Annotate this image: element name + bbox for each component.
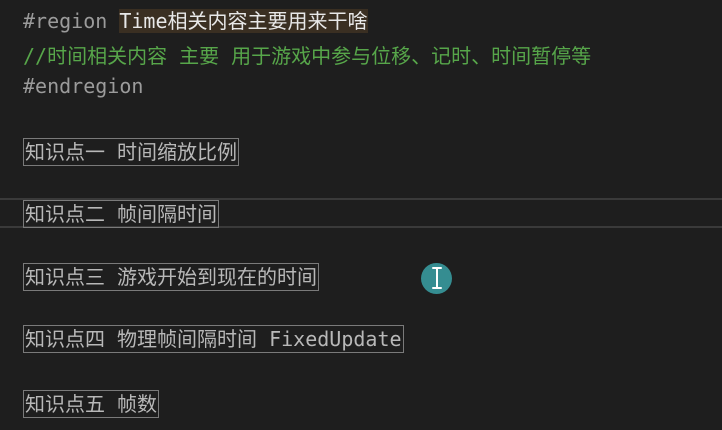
endregion-line[interactable]: #endregion <box>23 74 143 98</box>
knowledge-point-1-text: 知识点一 时间缩放比例 <box>23 138 240 166</box>
text-cursor-icon <box>432 267 442 289</box>
knowledge-point-4-line[interactable]: 知识点四 物理帧间隔时间 FixedUpdate <box>23 325 404 353</box>
comment-line[interactable]: //时间相关内容 主要 用于游戏中参与位移、记时、时间暂停等 <box>23 44 591 68</box>
knowledge-point-4-text: 知识点四 物理帧间隔时间 FixedUpdate <box>23 325 404 353</box>
code-editor[interactable]: #region Time相关内容主要用来干啥 //时间相关内容 主要 用于游戏中… <box>0 0 722 430</box>
knowledge-point-2-text: 知识点二 帧间隔时间 <box>23 200 220 228</box>
knowledge-point-5-line[interactable]: 知识点五 帧数 <box>23 390 160 418</box>
knowledge-point-1-line[interactable]: 知识点一 时间缩放比例 <box>23 138 240 166</box>
region-name-highlight: Time相关内容主要用来干啥 <box>119 9 368 33</box>
region-name-cjk: 相关内容主要用来干啥 <box>167 9 368 33</box>
region-directive: #region <box>23 9 120 33</box>
knowledge-point-5-text: 知识点五 帧数 <box>23 390 160 418</box>
knowledge-point-3-line[interactable]: 知识点三 游戏开始到现在的时间 <box>23 263 320 291</box>
knowledge-point-3-text: 知识点三 游戏开始到现在的时间 <box>23 263 320 291</box>
region-name-ascii: Time <box>119 9 168 33</box>
region-line[interactable]: #region Time相关内容主要用来干啥 <box>23 9 368 33</box>
knowledge-point-2-line[interactable]: 知识点二 帧间隔时间 <box>23 200 220 228</box>
